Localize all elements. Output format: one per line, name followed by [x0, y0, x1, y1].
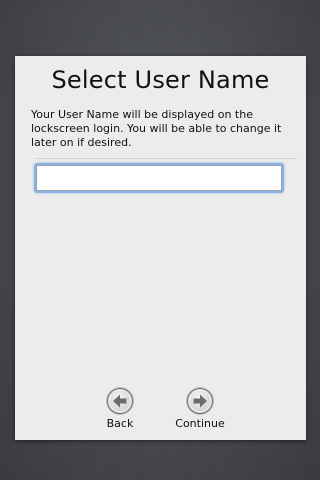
continue-label: Continue [175, 417, 225, 430]
username-input[interactable] [36, 165, 282, 191]
page-title: Select User Name [51, 66, 270, 94]
continue-button[interactable]: Continue [170, 388, 230, 434]
arrow-right-icon [187, 388, 213, 414]
username-field-wrapper [34, 163, 284, 193]
divider [35, 158, 297, 160]
arrow-left-icon [107, 388, 133, 414]
back-button[interactable]: Back [90, 388, 150, 434]
setup-panel: Select User Name Your User Name will be … [15, 56, 306, 440]
page-description: Your User Name will be displayed on the … [31, 108, 282, 149]
back-label: Back [106, 417, 134, 430]
